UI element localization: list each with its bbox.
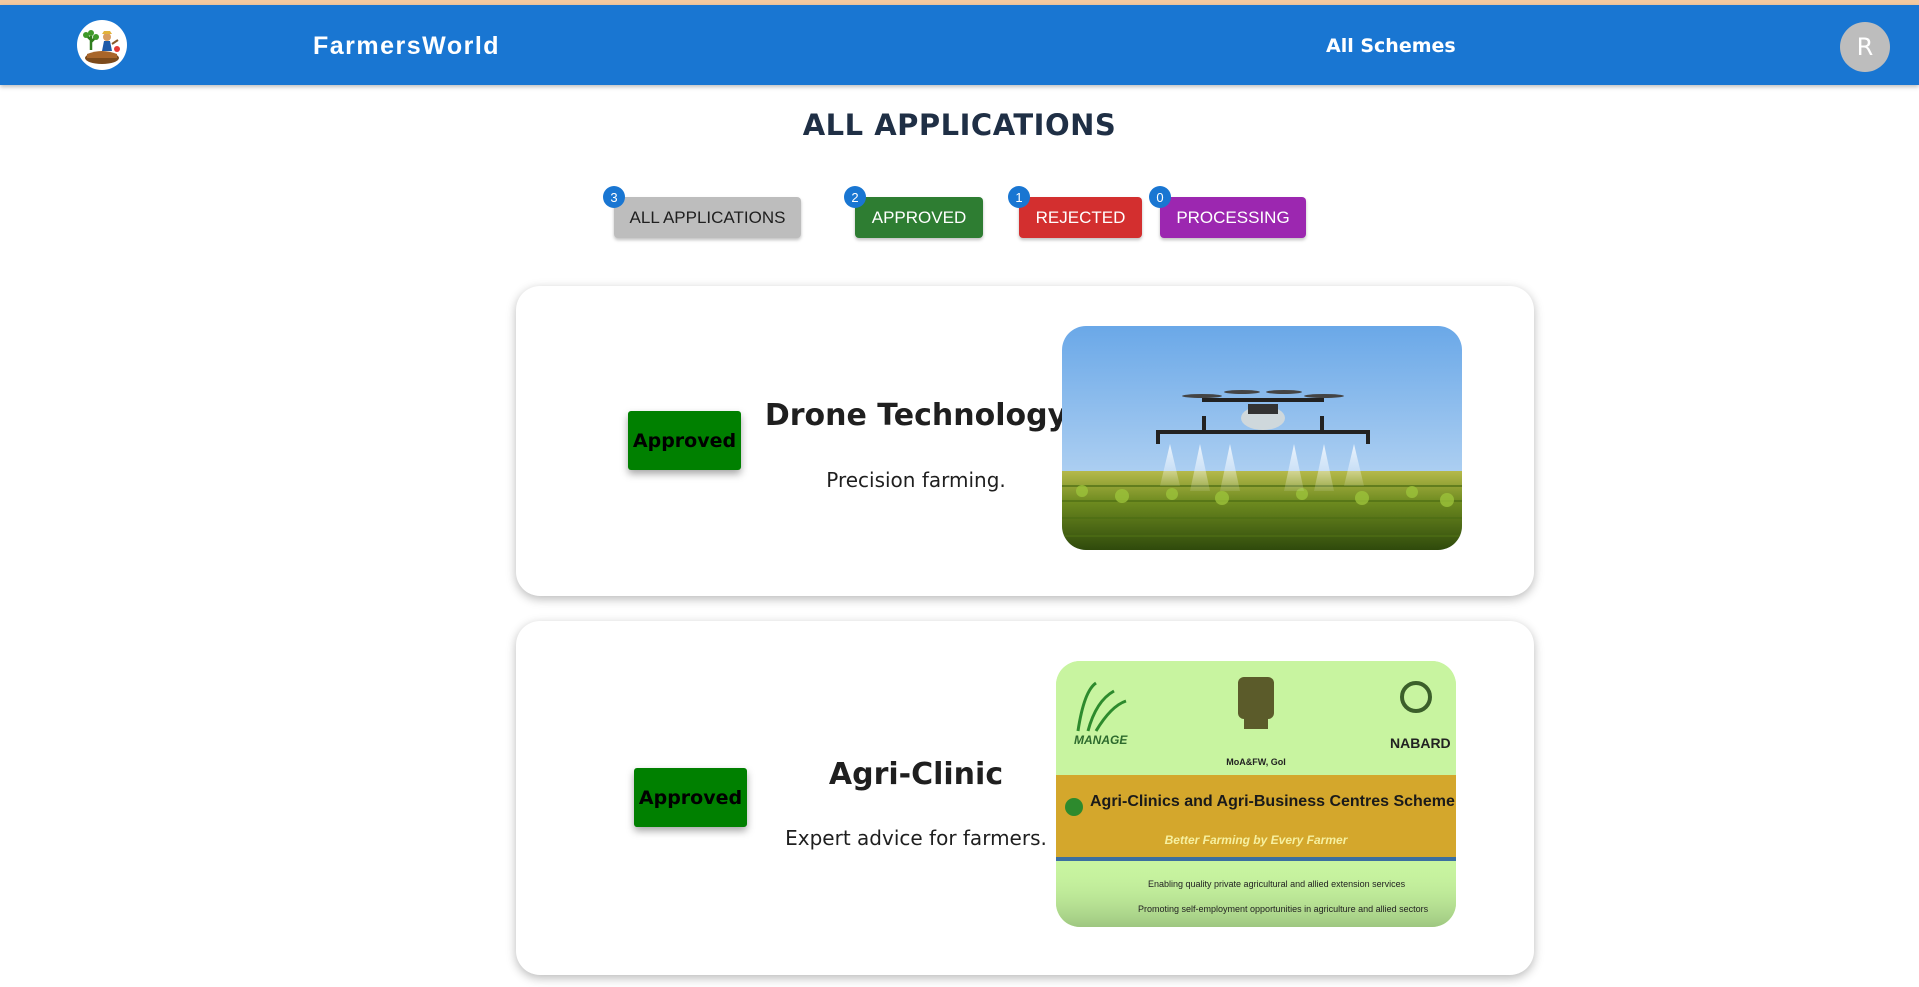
filter-all-count-badge: 3 (603, 186, 625, 208)
brand-title[interactable]: FarmersWorld (313, 32, 500, 61)
filter-processing-button[interactable]: PROCESSING (1160, 197, 1306, 238)
page-title: ALL APPLICATIONS (802, 108, 1117, 142)
filter-rejected-count-badge: 1 (1008, 186, 1030, 208)
image-org-center: MoA&FW, GoI (1226, 757, 1286, 767)
filter-all-applications-button[interactable]: ALL APPLICATIONS (614, 197, 801, 238)
agri-clinic-image: MANAGE MoA&FW, GoI NABARD Agri-Clinics a… (1056, 661, 1456, 927)
filter-processing-count-badge: 0 (1149, 186, 1171, 208)
image-bullet: Enabling quality private agricultural an… (1148, 879, 1406, 889)
status-badge: Approved (628, 411, 741, 470)
farmer-logo-icon[interactable] (77, 20, 127, 70)
application-card[interactable]: Approved Drone Technology Precision farm… (516, 286, 1534, 596)
card-title: Drone Technology (764, 398, 1068, 433)
image-org-right: NABARD (1390, 735, 1451, 751)
image-banner: Agri-Clinics and Agri-Business Centres S… (1090, 793, 1456, 810)
image-org-left: MANAGE (1074, 733, 1128, 747)
application-card[interactable]: Approved Agri-Clinic Expert advice for f… (516, 621, 1534, 975)
filter-approved-count-badge: 2 (844, 186, 866, 208)
filter-approved-button[interactable]: APPROVED (855, 197, 983, 238)
image-tagline: Better Farming by Every Farmer (1164, 833, 1348, 847)
avatar[interactable]: R (1840, 22, 1890, 72)
card-description: Precision farming. (826, 468, 1006, 492)
image-bullet: Promoting self-employment opportunities … (1138, 904, 1429, 914)
drone-image (1062, 326, 1462, 550)
filter-rejected-button[interactable]: REJECTED (1019, 197, 1142, 238)
nav-link-all-schemes[interactable]: All Schemes (1326, 35, 1456, 57)
navbar: FarmersWorld All Schemes R (0, 5, 1919, 85)
card-title: Agri-Clinic (828, 757, 1004, 792)
card-description: Expert advice for farmers. (785, 826, 1047, 850)
status-badge: Approved (634, 768, 747, 827)
